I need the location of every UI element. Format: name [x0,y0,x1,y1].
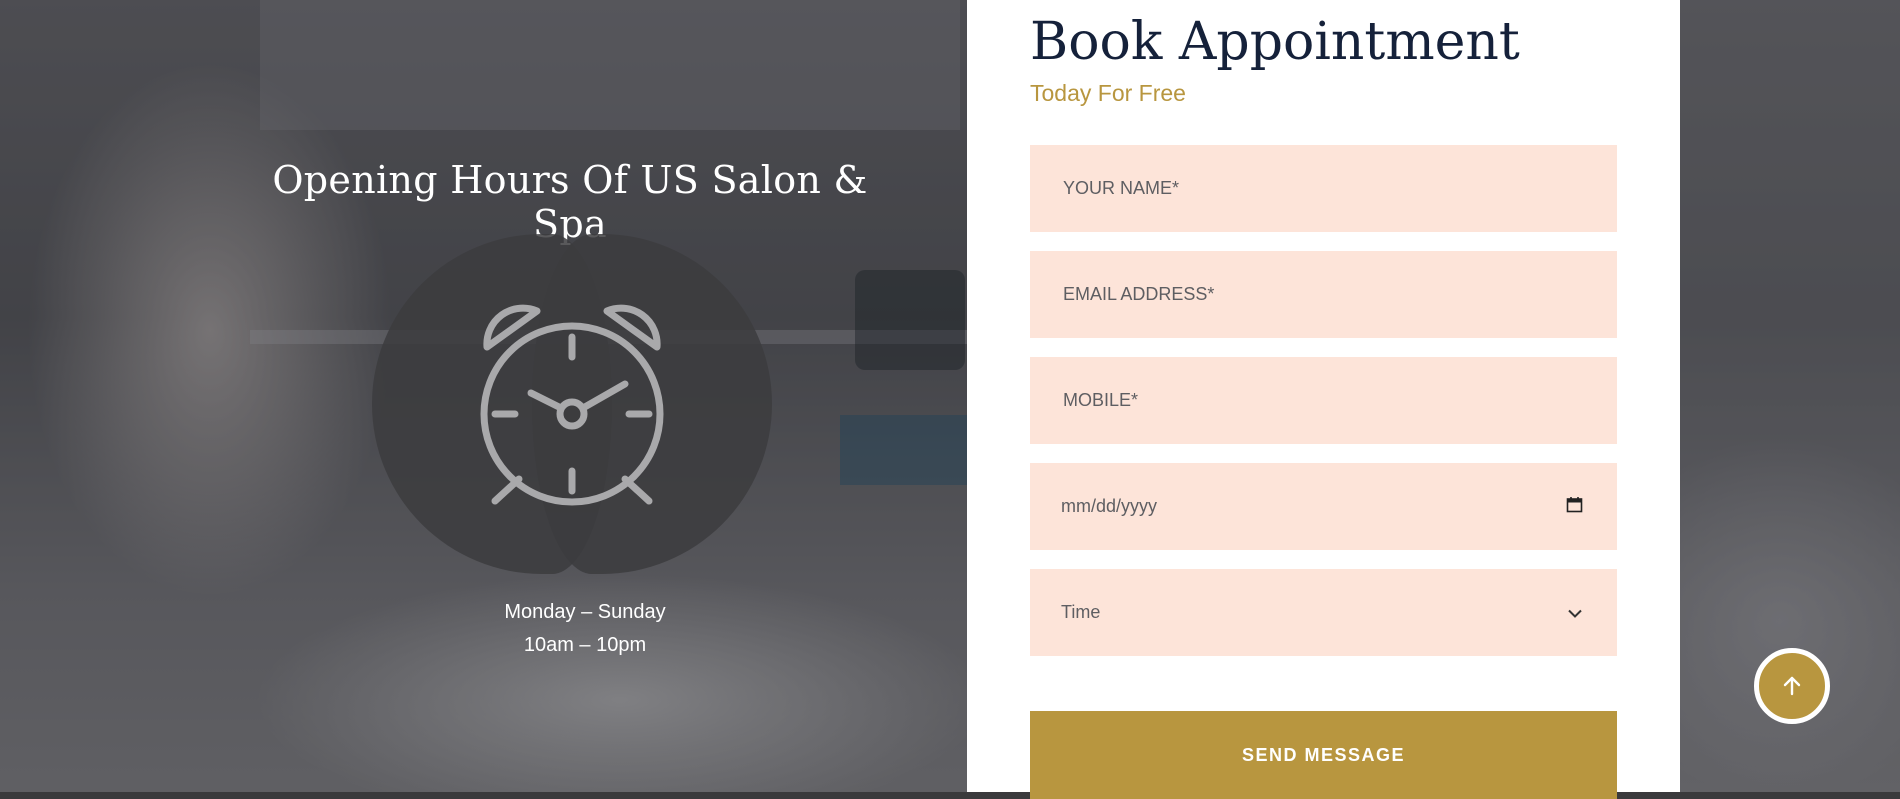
opening-hours-title: Opening Hours Of US Salon & Spa [272,158,868,246]
mobile-field-box [1030,357,1617,444]
scroll-to-top-button[interactable] [1754,648,1830,724]
time-select-label: Time [1061,602,1101,622]
time-select[interactable]: Time [1030,569,1617,656]
booking-title: Book Appointment [1030,12,1520,72]
clock-badge [372,234,772,574]
booking-subtitle: Today For Free [1030,80,1186,106]
name-field-box [1030,145,1617,232]
mobile-input[interactable] [1061,389,1545,412]
email-field-box [1030,251,1617,338]
alarm-clock-icon [480,304,664,506]
date-input[interactable]: mm/dd/yyyy [1061,496,1157,517]
opening-hours-section: Opening Hours Of US Salon & Spa [260,158,880,246]
chevron-down-icon [1567,602,1583,623]
arrow-up-icon [1783,676,1801,696]
name-input[interactable] [1061,177,1545,200]
opening-hours-text: Monday – Sunday 10am – 10pm [390,596,780,662]
send-message-button[interactable]: SEND MESSAGE [1030,711,1617,799]
email-input[interactable] [1061,283,1545,306]
opening-days: Monday – Sunday [504,601,666,623]
booking-panel: Book Appointment Today For Free mm/dd/yy… [967,0,1680,799]
opening-time: 10am – 10pm [523,634,647,656]
date-field[interactable]: mm/dd/yyyy [1030,463,1617,550]
calendar-icon[interactable] [1566,496,1583,518]
